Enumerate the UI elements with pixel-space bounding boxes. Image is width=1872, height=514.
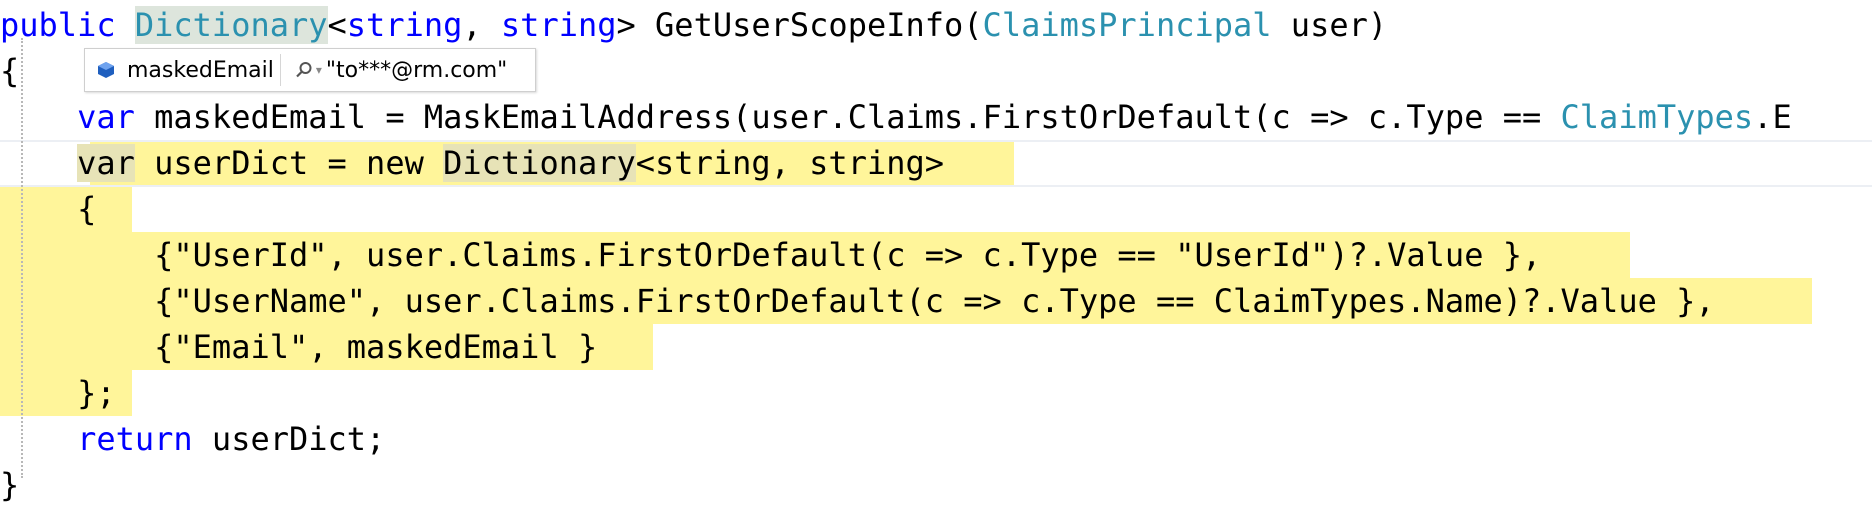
open-brace: { [0,52,20,90]
code-text: .E [1753,98,1792,136]
keyword-string: string [500,6,617,44]
type-claimsprincipal: ClaimsPrincipal [982,6,1272,44]
code-text: userDict; [192,420,386,458]
keyword-string: string [346,6,463,44]
keyword-var: var [77,144,135,182]
code-text: {"Email", maskedEmail } [0,328,598,366]
code-line-5[interactable]: { [0,186,96,232]
type-claimtypes: ClaimTypes [1560,98,1754,136]
type-dictionary: Dictionary [134,6,328,44]
code-text: maskedEmail = MaskEmailAddress(user.Clai… [134,98,1561,136]
code-text: user) [1271,6,1388,44]
close-brace: } [0,466,20,504]
code-text: { [0,190,97,228]
code-text: userDict = new [134,144,444,182]
keyword-public: public [0,6,116,44]
code-line-1[interactable]: public Dictionary<string, string> GetUse… [0,2,1387,48]
code-editor[interactable]: public Dictionary<string, string> GetUse… [0,0,1872,514]
debugger-datatip[interactable]: maskedEmail ▾ "to***@rm.com" [84,48,536,92]
code-line-6[interactable]: {"UserId", user.Claims.FirstOrDefault(c … [0,232,1541,278]
code-text: > GetUserScopeInfo( [616,6,983,44]
code-line-8[interactable]: {"Email", maskedEmail } [0,324,597,370]
code-text: {"UserId", user.Claims.FirstOrDefault(c … [0,236,1542,274]
keyword-var: var [77,98,135,136]
datatip-variable-name: maskedEmail [127,57,274,83]
code-line-7[interactable]: {"UserName", user.Claims.FirstOrDefault(… [0,278,1715,324]
code-text: }; [0,374,116,412]
datatip-value[interactable]: "to***@rm.com" [326,58,507,83]
datatip-separator [279,54,281,86]
code-line-10[interactable]: return userDict; [0,416,385,462]
code-text: < [327,6,347,44]
code-line-11[interactable]: } [0,462,19,508]
code-text: , [462,6,501,44]
code-line-2[interactable]: { [0,48,19,94]
code-line-9[interactable]: }; [0,370,116,416]
keyword-return: return [77,420,193,458]
chevron-down-icon[interactable]: ▾ [316,63,322,77]
code-line-3[interactable]: var maskedEmail = MaskEmailAddress(user.… [0,94,1792,140]
code-line-4[interactable]: var userDict = new Dictionary<string, st… [0,140,944,186]
type-dictionary: Dictionary [443,144,636,182]
code-text: <string, string> [635,144,945,182]
magnifier-icon[interactable]: ▾ [295,61,326,79]
field-cube-icon [95,59,117,81]
code-text: {"UserName", user.Claims.FirstOrDefault(… [0,282,1715,320]
